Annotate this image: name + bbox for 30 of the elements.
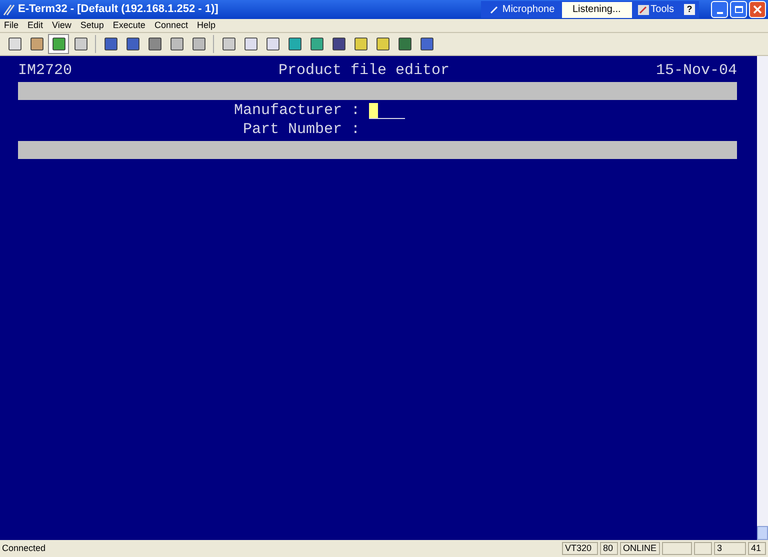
status-panel [694, 542, 712, 555]
close-button[interactable] [749, 1, 766, 18]
tools-button[interactable]: Tools [636, 2, 676, 17]
screen-date: 15-Nov-04 [656, 62, 737, 80]
menu-item[interactable]: Edit [28, 21, 44, 30]
program-code: IM2720 [18, 62, 72, 80]
status-message: Connected [1, 542, 47, 555]
field-label: Manufacturer : [234, 102, 360, 120]
status-panel [662, 542, 692, 555]
microphone-button[interactable]: Microphone [487, 2, 558, 17]
screen-title: Product file editor [278, 62, 450, 80]
input-field[interactable] [369, 103, 405, 119]
help-button[interactable]: ? [684, 4, 695, 15]
minimize-button[interactable] [711, 1, 728, 18]
status-panel: 80 [600, 542, 618, 555]
status-panel: 3 [714, 542, 746, 555]
speech-status: Listening... [562, 2, 632, 18]
menu-item[interactable]: View [52, 21, 72, 30]
status-panel: 41 [748, 542, 766, 555]
menu-item[interactable]: Help [196, 21, 216, 30]
status-panel: VT320 [562, 542, 598, 555]
restore-button[interactable] [730, 1, 747, 18]
menu-item[interactable]: Setup [80, 21, 104, 30]
window-title: E-Term32 - [Default (192.168.1.252 - 1)] [18, 2, 218, 18]
close-icon [753, 5, 762, 14]
menu-item[interactable]: Execute [112, 21, 146, 30]
menu-item[interactable]: Connect [154, 21, 188, 30]
status-panel: ONLINE [620, 542, 660, 555]
field-label: Part Number : [242, 121, 360, 139]
menu-item[interactable]: File [4, 21, 19, 30]
